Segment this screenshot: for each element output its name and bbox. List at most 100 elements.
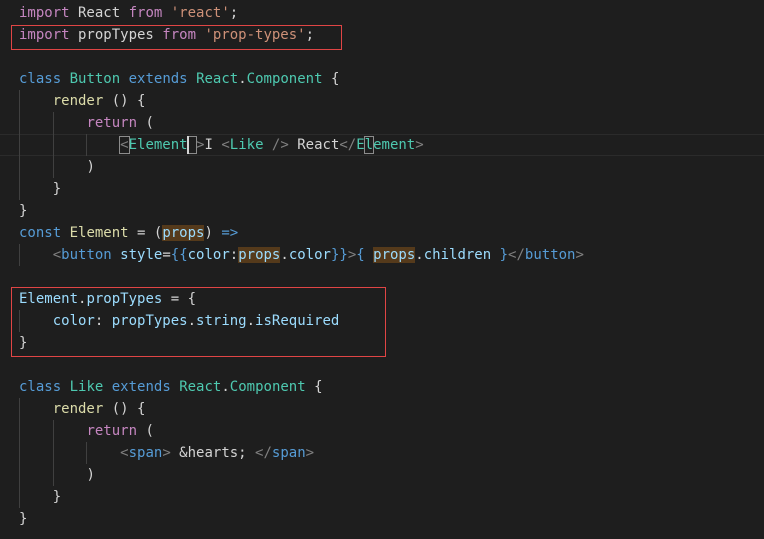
code-line[interactable]: render () { bbox=[0, 90, 764, 112]
code-token: . bbox=[238, 71, 247, 87]
code-token: Element bbox=[128, 137, 188, 153]
code-token: } bbox=[19, 335, 28, 351]
code-token: import bbox=[19, 5, 70, 21]
code-line[interactable] bbox=[0, 354, 764, 376]
code-line[interactable]: class Button extends React.Component { bbox=[0, 68, 764, 90]
code-token: React bbox=[179, 379, 222, 395]
code-token: => bbox=[221, 225, 239, 241]
code-token: ; bbox=[305, 27, 315, 43]
code-line[interactable]: Element.propTypes = { bbox=[0, 288, 764, 310]
code-line-content: render () { bbox=[19, 398, 146, 420]
code-line-content: import propTypes from 'prop-types'; bbox=[19, 24, 314, 46]
code-line[interactable]: } bbox=[0, 178, 764, 200]
code-token: React bbox=[69, 5, 129, 21]
code-line[interactable]: return ( bbox=[0, 420, 764, 442]
code-token: color bbox=[187, 247, 230, 263]
code-token: class bbox=[19, 379, 62, 395]
code-token: render bbox=[52, 401, 104, 417]
code-line[interactable] bbox=[0, 46, 764, 68]
code-token: ( bbox=[137, 423, 154, 439]
code-token: string bbox=[196, 313, 247, 329]
code-line-content: import React from 'react'; bbox=[19, 2, 238, 24]
code-token: ) bbox=[86, 159, 95, 175]
code-token: > bbox=[415, 137, 424, 153]
code-token: propTypes bbox=[86, 291, 163, 307]
code-line[interactable]: const Element = (props) => bbox=[0, 222, 764, 244]
bracket-match-close bbox=[363, 136, 375, 154]
code-token: { bbox=[305, 379, 323, 395]
code-line-content: color: propTypes.string.isRequired bbox=[19, 310, 340, 332]
code-line-content: return ( bbox=[19, 420, 154, 442]
code-token: props bbox=[238, 247, 281, 263]
code-line[interactable]: <button style={{color:props.color}}>{ pr… bbox=[0, 244, 764, 266]
code-line[interactable]: import React from 'react'; bbox=[0, 2, 764, 24]
code-token: Button bbox=[69, 71, 121, 87]
code-token: : bbox=[94, 313, 112, 329]
code-token: import bbox=[19, 27, 70, 43]
code-line[interactable]: ) bbox=[0, 464, 764, 486]
code-token: React bbox=[288, 137, 340, 153]
code-line[interactable]: } bbox=[0, 486, 764, 508]
code-token: extends bbox=[111, 379, 171, 395]
code-token: . bbox=[221, 379, 230, 395]
code-token: extends bbox=[128, 71, 188, 87]
code-line[interactable]: } bbox=[0, 200, 764, 222]
code-line-content: } bbox=[19, 486, 61, 508]
code-token: color bbox=[288, 247, 331, 263]
code-line[interactable]: <Element >I <Like /> React</Element> bbox=[0, 134, 764, 156]
text-cursor bbox=[186, 136, 189, 154]
code-token: I bbox=[204, 137, 222, 153]
code-token: < bbox=[120, 445, 129, 461]
code-token: 'react' bbox=[170, 5, 230, 21]
code-token: { bbox=[356, 247, 365, 263]
code-line[interactable] bbox=[0, 266, 764, 288]
code-line[interactable]: return ( bbox=[0, 112, 764, 134]
code-token: from bbox=[162, 27, 197, 43]
code-line[interactable]: ) bbox=[0, 156, 764, 178]
code-line-content: render () { bbox=[19, 90, 146, 112]
code-line-content: ) bbox=[19, 156, 95, 178]
code-token: Element bbox=[19, 291, 79, 307]
code-token: props bbox=[373, 247, 416, 263]
code-token: return bbox=[86, 115, 138, 131]
code-token: { bbox=[322, 71, 340, 87]
code-token: class bbox=[19, 71, 62, 87]
code-line[interactable]: color: propTypes.string.isRequired bbox=[0, 310, 764, 332]
code-line-content: return ( bbox=[19, 112, 153, 134]
code-token: button bbox=[61, 247, 112, 263]
code-line[interactable]: } bbox=[0, 332, 764, 354]
code-line[interactable]: } bbox=[0, 508, 764, 530]
code-line[interactable]: class Like extends React.Component { bbox=[0, 376, 764, 398]
code-token: span bbox=[128, 445, 163, 461]
code-token: Element bbox=[69, 225, 129, 241]
code-token: }} bbox=[330, 247, 348, 263]
code-token: const bbox=[19, 225, 62, 241]
code-line[interactable]: <span> &hearts; </span> bbox=[0, 442, 764, 464]
code-token: = { bbox=[162, 291, 197, 307]
code-line[interactable]: import propTypes from 'prop-types'; bbox=[0, 24, 764, 46]
code-token: &hearts; bbox=[170, 445, 256, 461]
code-token: </ bbox=[255, 445, 272, 461]
code-token: } bbox=[52, 181, 62, 197]
code-token: () { bbox=[103, 401, 146, 417]
code-token: isRequired bbox=[255, 313, 340, 329]
code-line[interactable]: render () { bbox=[0, 398, 764, 420]
code-token: > bbox=[162, 445, 171, 461]
code-token: style bbox=[120, 247, 163, 263]
code-editor[interactable]: import React from 'react'; import propTyp… bbox=[0, 0, 764, 539]
